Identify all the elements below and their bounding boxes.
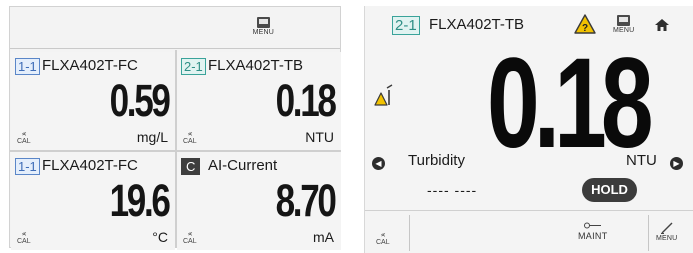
- tag-name: FLXA402T-TB: [429, 16, 525, 33]
- pen-icon: [660, 222, 673, 234]
- cal-button[interactable]: ⸗‹ CAL: [17, 130, 31, 146]
- channel-badge: 1-1: [15, 158, 40, 175]
- previous-arrow-icon[interactable]: ◀: [372, 157, 385, 170]
- primary-value: 0.18: [487, 32, 654, 175]
- calibration-icon: ⸗‹: [381, 230, 385, 239]
- calibration-icon: ⸗‹: [188, 129, 192, 138]
- channel-badge: C: [181, 158, 201, 175]
- measured-value: 0.18: [276, 75, 337, 126]
- tag-name: FLXA402T-TB: [208, 57, 304, 74]
- cal-button[interactable]: ⸗‹ CAL: [183, 130, 197, 146]
- cal-button[interactable]: ⸗‹ CAL: [376, 231, 390, 247]
- four-split-screen: MENU 1-1 FLXA402T-FC 0.59 mg/L ⸗‹ CAL 2-…: [9, 6, 341, 250]
- bottom-separator: [648, 215, 649, 251]
- measurement-cell-ai-current[interactable]: C AI-Current 8.70 mA ⸗‹ CAL: [177, 152, 341, 250]
- tag-name: FLXA402T-FC: [42, 157, 138, 174]
- unit-label: mA: [313, 229, 334, 245]
- unit-label: °C: [152, 229, 168, 245]
- menu-button[interactable]: MENU: [253, 17, 274, 36]
- maintenance-icon: [583, 222, 601, 229]
- warning-icon[interactable]: ?: [574, 14, 596, 34]
- channel-badge: 1-1: [15, 58, 40, 75]
- menu-icon: [617, 15, 631, 26]
- home-icon[interactable]: [654, 18, 670, 32]
- hold-button[interactable]: HOLD: [582, 178, 637, 202]
- cal-button[interactable]: ⸗‹ CAL: [17, 230, 31, 246]
- menu-icon: [256, 17, 270, 28]
- measured-value: 8.70: [276, 175, 337, 226]
- bottom-bar: ⸗‹ CAL MAINT MENU: [365, 210, 693, 253]
- parameter-label: Turbidity: [408, 152, 465, 169]
- next-arrow-icon[interactable]: ▶: [670, 157, 683, 170]
- cal-button[interactable]: ⸗‹ CAL: [183, 230, 197, 246]
- measurement-cell-fc-chlorine[interactable]: 1-1 FLXA402T-FC 0.59 mg/L ⸗‹ CAL: [11, 52, 175, 150]
- menu-button[interactable]: MENU: [656, 222, 677, 242]
- measured-value: 19.6: [110, 175, 171, 226]
- measured-value: 0.59: [110, 75, 171, 126]
- unit-label: NTU: [305, 129, 334, 145]
- menu-label: MENU: [252, 29, 274, 36]
- single-display-screen: 2-1 FLXA402T-TB ? MENU 0.18 ◀ Turbidity …: [364, 6, 693, 253]
- unit-label: NTU: [626, 152, 657, 169]
- top-bar: MENU: [10, 7, 340, 49]
- maintenance-warning-icon[interactable]: [374, 84, 394, 108]
- measurement-cell-tb-turbidity[interactable]: 2-1 FLXA402T-TB 0.18 NTU ⸗‹ CAL: [177, 52, 341, 150]
- bottom-separator: [409, 215, 410, 251]
- channel-badge: 2-1: [392, 16, 420, 35]
- unit-label: mg/L: [136, 129, 168, 145]
- calibration-icon: ⸗‹: [188, 229, 192, 238]
- maint-button[interactable]: MAINT: [578, 222, 608, 241]
- tag-name: FLXA402T-FC: [42, 57, 138, 74]
- measurement-cell-fc-temperature[interactable]: 1-1 FLXA402T-FC 19.6 °C ⸗‹ CAL: [11, 152, 175, 250]
- calibration-icon: ⸗‹: [22, 229, 26, 238]
- tag-name: AI-Current: [208, 157, 278, 174]
- calibration-icon: ⸗‹: [22, 129, 26, 138]
- channel-badge: 2-1: [181, 58, 206, 75]
- secondary-value: ---- ----: [427, 182, 478, 198]
